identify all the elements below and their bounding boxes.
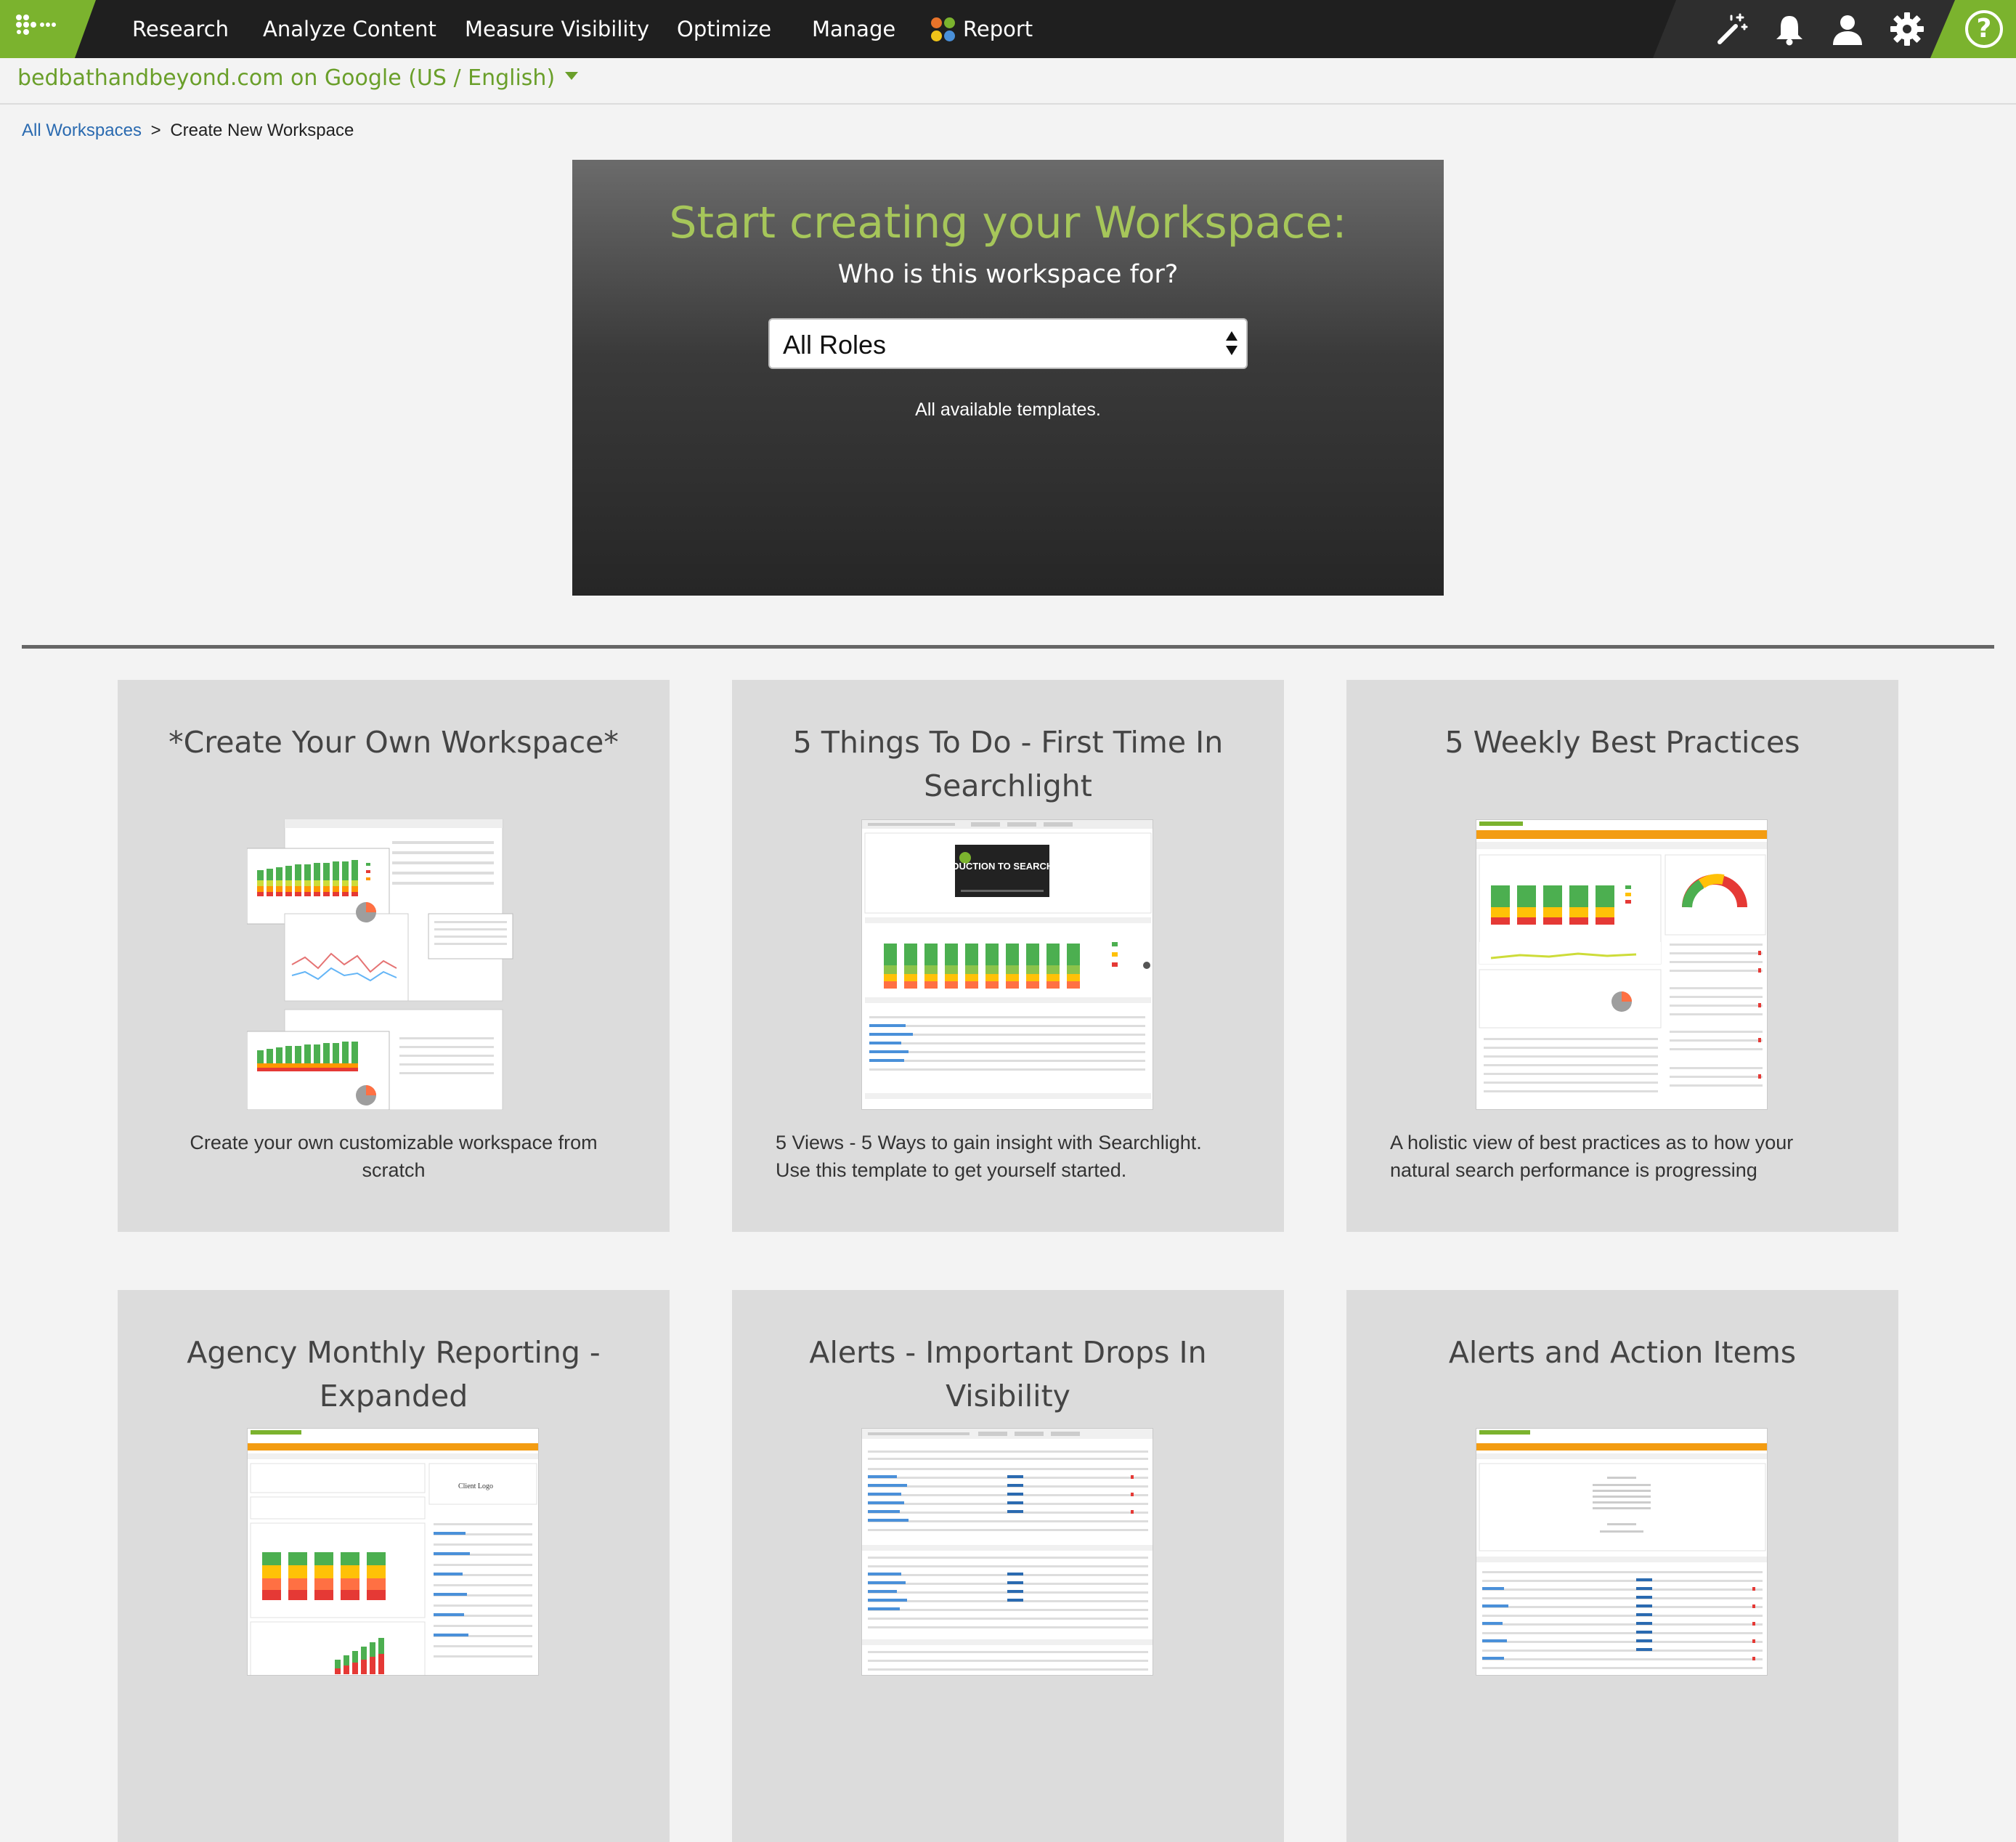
dashboard-preview-image xyxy=(1476,820,1767,1092)
nav-optimize[interactable]: Optimize xyxy=(677,0,771,58)
template-thumbnail xyxy=(861,1428,1153,1676)
template-thumbnail xyxy=(1476,819,1768,1110)
nav-measure-visibility[interactable]: Measure Visibility xyxy=(465,0,649,58)
template-title: 5 Things To Do - First Time In Searchlig… xyxy=(792,725,1224,803)
dashboard-preview-image xyxy=(247,819,513,1110)
app-logo[interactable] xyxy=(0,0,96,58)
nav-analyze-content[interactable]: Analyze Content xyxy=(263,0,436,58)
report-dot xyxy=(944,17,955,28)
user-icon[interactable] xyxy=(1830,12,1865,46)
breadcrumb-all-workspaces[interactable]: All Workspaces xyxy=(22,121,142,140)
select-arrows-icon xyxy=(1226,330,1239,359)
site-selector-bar: bedbathandbeyond.com on Google (US / Eng… xyxy=(0,58,2016,105)
template-card-5-things-to-do[interactable]: 5 Things To Do - First Time In Searchlig… xyxy=(732,680,1284,1232)
hero-subtitle: Who is this workspace for? xyxy=(837,260,1179,289)
dashboard-preview-image: INTRODUCTION TO SEARCHLIGHT xyxy=(862,820,1153,1099)
template-title: Alerts and Action Items xyxy=(1448,1335,1797,1370)
magic-wand-icon[interactable] xyxy=(1714,12,1749,46)
report-icon xyxy=(931,17,956,42)
template-title: 5 Weekly Best Practices xyxy=(1444,725,1800,760)
hero-note: All available templates. xyxy=(915,399,1101,420)
nav-report[interactable]: Report xyxy=(963,0,1033,58)
template-thumbnail xyxy=(1476,1428,1768,1676)
nav-manage[interactable]: Manage xyxy=(812,0,895,58)
dashboard-preview-image: Client Logo xyxy=(248,1430,538,1675)
template-card-agency-monthly-reporting[interactable]: Agency Monthly Reporting - Expanded Clie… xyxy=(118,1290,670,1842)
template-thumbnail: Client Logo xyxy=(247,1428,539,1676)
help-icon: ? xyxy=(1965,10,2003,48)
site-selector-label: bedbathandbeyond.com on Google (US / Eng… xyxy=(17,65,556,91)
role-select[interactable]: All Roles xyxy=(768,318,1248,369)
template-description: 5 Views - 5 Ways to gain insight with Se… xyxy=(776,1132,1202,1181)
video-caption: INTRODUCTION TO SEARCHLIGHT xyxy=(923,861,1082,872)
template-title: Alerts - Important Drops In Visibility xyxy=(809,1335,1207,1413)
template-description: A holistic view of best practices as to … xyxy=(1390,1132,1794,1181)
role-select-value: All Roles xyxy=(783,330,887,360)
template-card-create-your-own[interactable]: *Create Your Own Workspace* Create your … xyxy=(118,680,670,1232)
nav-research[interactable]: Research xyxy=(132,0,229,58)
report-dot xyxy=(931,31,942,41)
client-logo-placeholder: Client Logo xyxy=(458,1482,493,1490)
bell-icon[interactable] xyxy=(1772,12,1807,46)
logo-icon xyxy=(16,15,56,35)
template-thumbnail xyxy=(247,819,539,1110)
breadcrumb-current: Create New Workspace xyxy=(170,121,354,140)
report-dot xyxy=(944,31,955,41)
template-card-5-weekly-best-practices[interactable]: 5 Weekly Best Practices A holistic view … xyxy=(1346,680,1898,1232)
template-title: Agency Monthly Reporting - Expanded xyxy=(187,1335,601,1413)
hero-title: Start creating your Workspace: xyxy=(669,198,1347,248)
gear-icon[interactable] xyxy=(1890,12,1924,46)
template-card-alerts-and-action-items[interactable]: Alerts and Action Items xyxy=(1346,1290,1898,1842)
template-description: Create your own customizable workspace f… xyxy=(190,1132,598,1181)
site-selector-dropdown[interactable]: bedbathandbeyond.com on Google (US / Eng… xyxy=(17,65,579,91)
chevron-down-icon xyxy=(565,72,579,80)
dashboard-preview-image xyxy=(1476,1430,1767,1669)
breadcrumb: All Workspaces > Create New Workspace xyxy=(22,121,354,141)
dashboard-preview-image xyxy=(862,1429,1153,1671)
template-title: *Create Your Own Workspace* xyxy=(168,725,619,760)
report-dot xyxy=(931,17,942,28)
section-divider xyxy=(22,645,1994,649)
top-navigation-bar: Research Analyze Content Measure Visibil… xyxy=(0,0,2016,58)
workspace-hero-panel: Start creating your Workspace: Who is th… xyxy=(572,160,1444,596)
breadcrumb-separator: > xyxy=(150,121,161,140)
template-thumbnail: INTRODUCTION TO SEARCHLIGHT xyxy=(861,819,1153,1110)
template-card-alerts-important-drops[interactable]: Alerts - Important Drops In Visibility xyxy=(732,1290,1284,1842)
